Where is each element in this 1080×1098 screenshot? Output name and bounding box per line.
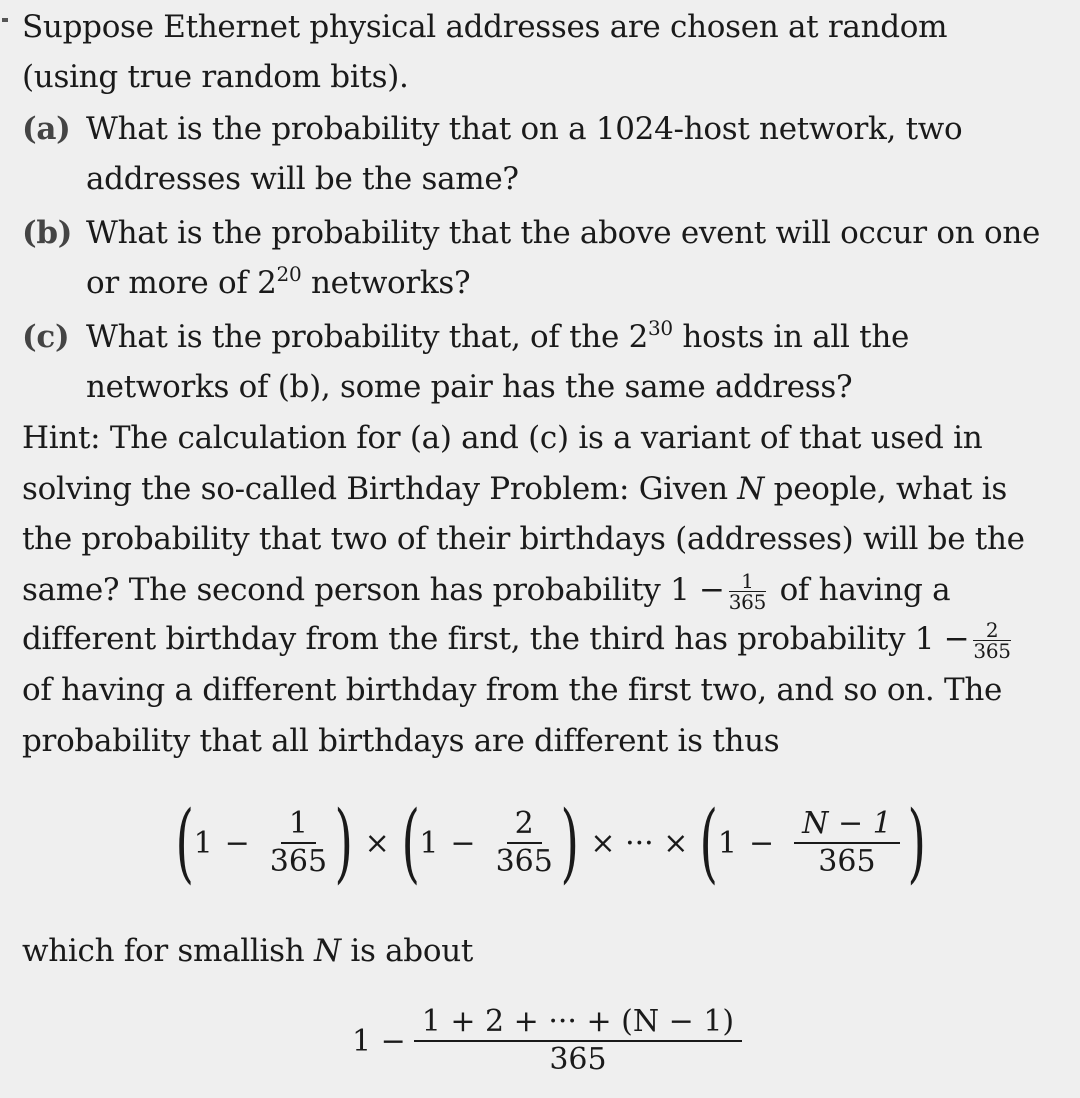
problem-page: Suppose Ethernet physical addresses are … [0,0,1080,1098]
fraction-2: 2 365 [496,806,553,880]
text: different birthday from the first, the t… [22,621,970,657]
denominator: 365 [973,639,1011,663]
part-a-line-2: addresses will be the same? [86,161,519,197]
intro-line-1: Suppose Ethernet physical addresses are … [22,9,948,45]
fraction: 1 365 [728,571,767,614]
left-paren: ( [401,793,420,893]
approx-equation: 1 − 1 + 2 + ··· + (N − 1) 365 [352,1004,750,1078]
part-b-text: What is the probability that the above e… [86,215,1041,251]
right-paren: ) [560,793,579,893]
numerator: 2 [506,806,542,844]
text: is about [340,933,474,969]
text: same? The second person has probability … [22,572,725,608]
minus: − [749,825,775,861]
part-c: (c) What is the probability that, of the … [22,312,909,362]
denominator: 365 [549,1042,607,1077]
denominator: 365 [818,844,876,879]
variable-n: N [313,933,341,969]
hint-line-2: solving the so-called Birthday Problem: … [22,464,1007,514]
exponent: 20 [276,262,302,286]
left-paren: ( [699,793,719,893]
text: networks? [301,265,471,301]
one: 1 [717,825,738,861]
hint-line-3: the probability that two of their birthd… [22,521,1025,557]
times: × [364,825,390,861]
denominator: 365 [495,844,553,879]
minus: − [450,825,476,861]
hint-line-6: of having a different birthday from the … [22,672,1003,708]
part-a-label: (a) [22,111,71,147]
denominator: 365 [269,844,328,879]
one: 1 [419,825,439,861]
problem-number-mark [2,18,8,22]
right-paren: ) [334,793,354,893]
part-b-line-2: or more of 220 networks? [86,258,471,308]
text: solving the so-called Birthday Problem: … [22,471,738,507]
text: people, what is [764,471,1008,507]
times-dots: × ··· × [590,825,689,861]
hint-line-4: same? The second person has probability … [22,565,951,615]
left-paren: ( [175,793,195,893]
fraction: 2 365 [973,620,1011,663]
part-a-text: What is the probability that on a 1024-h… [86,111,963,147]
numerator: N − 1 [794,806,900,844]
intro-line-2: (using true random bits). [22,59,409,95]
approx-text: which for smallish N is about [22,926,473,976]
one-minus: 1 − [352,1023,406,1059]
numerator: 1 [728,571,767,592]
part-c-label: (c) [22,319,70,355]
numerator: 1 [280,806,316,844]
part-b-label: (b) [22,215,73,251]
product-equation: ( 1− 1 365 ) × ( 1− 2 365 ) × ··· × ( 1− N… [175,793,926,893]
fraction-3: N − 1 365 [794,806,900,880]
one: 1 [193,825,213,861]
denominator: 365 [728,590,767,614]
text: What is the probability that, of the 2 [86,319,648,355]
right-paren: ) [907,793,926,893]
numerator: 1 + 2 + ··· + (N − 1) [413,1004,743,1042]
variable-n: N [737,471,765,507]
hint-line-1: Hint: The calculation for (a) and (c) is… [22,420,983,456]
text: or more of 2 [86,265,277,301]
text: hosts in all the [672,319,910,355]
text: which for smallish [22,933,314,969]
fraction-1: 1 365 [270,806,327,880]
sum-fraction: 1 + 2 + ··· + (N − 1) 365 [413,1004,743,1078]
text: of having a [770,572,951,608]
part-a: (a) What is the probability that on a 102… [22,104,963,154]
exponent: 30 [648,316,673,340]
hint-line-5: different birthday from the first, the t… [22,614,1015,664]
minus: − [224,825,250,861]
part-c-line-2: networks of (b), some pair has the same … [86,369,853,405]
hint-line-7: probability that all birthdays are diffe… [22,723,780,759]
numerator: 2 [973,620,1011,641]
part-b: (b) What is the probability that the abov… [22,208,1040,258]
